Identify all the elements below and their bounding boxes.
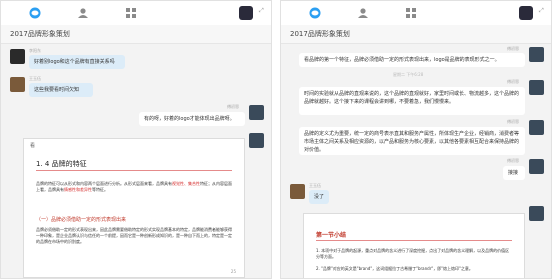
sender-name: 傅初恩	[507, 79, 519, 84]
avatar[interactable]	[249, 105, 264, 120]
chat-titlebar: 2017品牌形象策划	[1, 25, 271, 44]
timestamp: 星期二 下午6:28	[393, 72, 424, 77]
chat-titlebar: 2017品牌形象策划	[281, 25, 551, 44]
message-bubble: 没了	[309, 190, 329, 204]
page-number: 25	[230, 269, 236, 274]
heading-divider	[36, 170, 232, 171]
avatar[interactable]	[529, 120, 544, 135]
avatar[interactable]	[249, 133, 264, 148]
document-paragraph: 品牌必须借助一定的形式表现出来，因此品牌需要借助特定的形式实现品牌基本的特定，品…	[36, 227, 232, 244]
minimize-icon[interactable]: ⤢	[539, 7, 544, 15]
message-bubble: 接接	[503, 166, 525, 180]
minimize-icon[interactable]: ⤢	[259, 7, 264, 15]
document-filename: 看	[30, 143, 36, 149]
contacts-icon[interactable]	[357, 7, 369, 19]
chat-title: 2017品牌形象策划	[290, 30, 350, 38]
message-bubble: 这些我要看时间欠知	[29, 83, 93, 97]
document-paragraph: 2. "品牌"对应的英文是"brand"，这词组据拉丁古希腊丁"brandr"，…	[316, 266, 473, 271]
top-tab-bar: ⤢	[281, 1, 551, 26]
message-bubble: 品牌的定义尤为重要，统一定的商号表示直其和服务产属性，所体现生产企业，经销商，消…	[299, 127, 525, 155]
avatar[interactable]	[290, 184, 305, 199]
message-bubble: 看品牌的第一个特征，品牌必须借助一定的形式表现出来，logo是品牌的表现形式之一…	[299, 53, 525, 67]
sender-name: 傅初恩	[507, 119, 519, 124]
avatar[interactable]	[529, 80, 544, 95]
grid-icon[interactable]	[405, 7, 417, 19]
document-subheading: （一）品牌必须借助一定的形式表现出来	[36, 217, 127, 223]
heading-divider	[316, 240, 512, 241]
avatar[interactable]	[10, 77, 25, 92]
sender-name: 傅初恩	[507, 158, 519, 163]
chat-window-right: ⤢ 2017品牌形象策划 傅初恩 看品牌的第一个特征，品牌必须借助一定的形式表现…	[280, 0, 552, 279]
sender-name: 王玉伍	[309, 183, 321, 188]
sender-name: 李阳东	[29, 48, 41, 53]
document-heading: 1. 4 品牌的特征	[36, 160, 87, 168]
chat-icon[interactable]	[309, 7, 321, 19]
document-section-title: 第一节小结	[316, 232, 347, 239]
message-bubble: 好着别logo和这个品牌有直接关系吗	[29, 55, 125, 69]
document-paragraph: 品牌的特征可以从形式和内容两个层面进行分析。从形式层面来看，品牌具有视觉性、集合…	[36, 181, 232, 192]
chat-title: 2017品牌形象策划	[10, 30, 70, 38]
grid-icon[interactable]	[125, 7, 137, 19]
avatar[interactable]	[529, 159, 544, 174]
message-bubble: 时间的实验就从品牌的直观来说的，这个品牌的直观就好，家里时间或长、物流越多，这个…	[299, 87, 525, 115]
document-preview[interactable]: 看 1. 4 品牌的特征 品牌的特征可以从形式和内容两个层面进行分析。从形式层面…	[23, 138, 245, 278]
message-bubble: 有的呀，好着的logo才能体现出品牌呀。	[139, 112, 245, 126]
contacts-icon[interactable]	[77, 7, 89, 19]
document-paragraph: 1. 本项中对于品牌的起源，重点对品牌的含义进行了深度挖掘，点出了对品牌的含义理…	[316, 248, 510, 259]
chat-icon[interactable]	[29, 7, 41, 19]
sender-name: 傅初恩	[227, 104, 239, 109]
chat-window-left: ⤢ 2017品牌形象策划 李阳东 好着别logo和这个品牌有直接关系吗 王玉伍 …	[0, 0, 272, 279]
avatar[interactable]	[10, 49, 25, 64]
sender-name: 王玉伍	[29, 76, 41, 81]
avatar-self[interactable]	[239, 6, 253, 20]
avatar-self[interactable]	[519, 6, 533, 20]
top-tab-bar: ⤢	[1, 1, 271, 26]
sender-name: 傅初恩	[507, 46, 519, 51]
avatar[interactable]	[529, 206, 544, 221]
document-preview[interactable]: 第一节小结 1. 本项中对于品牌的起源，重点对品牌的含义进行了深度挖掘，点出了对…	[303, 213, 525, 278]
avatar[interactable]	[529, 47, 544, 62]
